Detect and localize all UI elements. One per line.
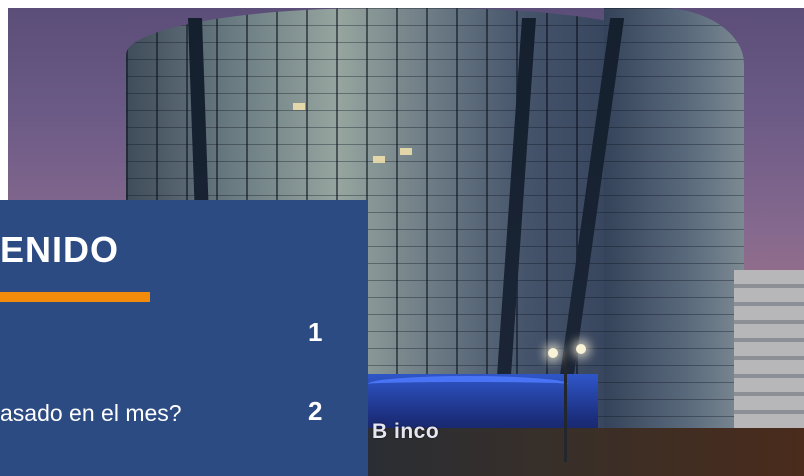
street-lamp-light <box>548 348 558 358</box>
toc-page-number: 1 <box>308 317 323 347</box>
table-of-contents-panel: ENIDO 1 asado en el mes? 2 <box>0 200 368 476</box>
toc-entry[interactable]: asado en el mes? 2 <box>0 396 368 428</box>
window-light <box>400 148 412 155</box>
toc-page-number: 2 <box>308 396 323 426</box>
window-light <box>373 156 385 163</box>
toc-list: 1 asado en el mes? 2 <box>0 200 368 476</box>
lobby-arch <box>368 376 568 392</box>
glass-tower-right-wing <box>604 8 744 476</box>
document-page: B inco ENIDO 1 asado en el mes? 2 <box>0 0 804 476</box>
street-lamp-light <box>576 344 586 354</box>
bank-sign: B inco <box>372 420 440 443</box>
toc-entry-text: asado en el mes? <box>0 400 182 426</box>
toc-entry[interactable] <box>0 458 368 476</box>
street-lamp-post <box>564 352 567 462</box>
toc-entry[interactable]: 1 <box>0 317 368 349</box>
window-light <box>293 103 305 110</box>
